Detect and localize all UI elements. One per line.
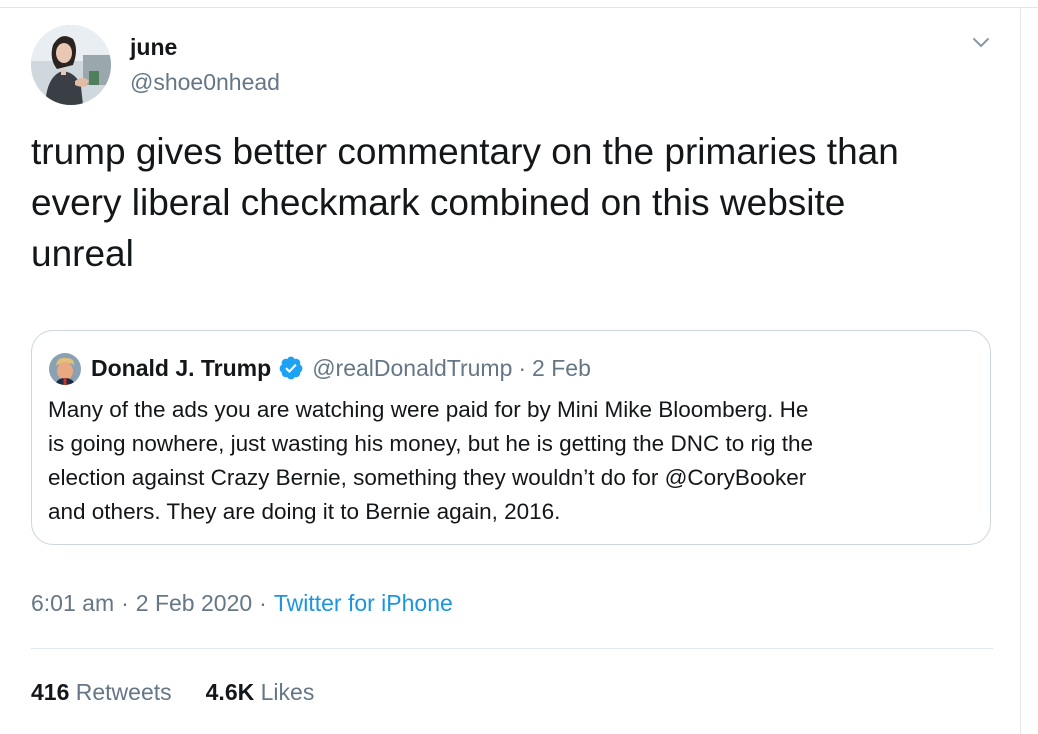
quoted-author-avatar-image [49,353,81,385]
quoted-tweet-card[interactable]: Donald J. Trump @realDonaldTrump · 2 Feb… [31,330,991,545]
quoted-tweet-date[interactable]: 2 Feb [532,355,591,382]
stats-divider [31,648,993,649]
tweet-metadata: 6:01 am · 2 Feb 2020 · Twitter for iPhone [31,590,453,617]
quoted-tweet-text: Many of the ads you are watching were pa… [48,393,978,529]
tweet-stats: 416 Retweets 4.6K Likes [31,679,314,706]
likes-count: 4.6K [205,679,255,705]
tweet-text-line: unreal [31,233,134,274]
tweet-text: trump gives better commentary on the pri… [31,126,991,279]
retweets-stat[interactable]: 416 Retweets [31,679,172,705]
tweet-text-line: trump gives better commentary on the pri… [31,131,899,172]
retweets-label: Retweets [75,679,172,705]
retweets-count: 416 [31,679,70,705]
top-divider [0,7,1038,8]
quoted-text-line: election against Crazy Bernie, something… [48,465,807,490]
separator-dot: · [121,590,129,616]
author-avatar-image [31,25,111,105]
author-handle[interactable]: @shoe0nhead [130,69,280,96]
likes-label: Likes [260,679,315,705]
verified-badge-icon [279,356,303,380]
tweet-source-link[interactable]: Twitter for iPhone [274,590,453,616]
tweet-text-line: every liberal checkmark combined on this… [31,182,846,223]
right-divider [1020,8,1021,734]
quoted-text-line: and others. They are doing it to Bernie … [48,499,561,524]
separator-dot: · [259,590,267,616]
likes-stat[interactable]: 4.6K Likes [206,679,315,705]
quoted-author-avatar[interactable] [49,353,81,385]
separator-dot: · [518,354,527,381]
tweet-time[interactable]: 6:01 am [31,590,114,616]
quoted-text-line: Many of the ads you are watching were pa… [48,397,809,422]
tweet-date[interactable]: 2 Feb 2020 [136,590,252,616]
quoted-tweet-header: Donald J. Trump @realDonaldTrump · 2 Feb [91,352,591,384]
chevron-down-icon[interactable] [968,33,994,53]
quoted-author-handle[interactable]: @realDonaldTrump [312,355,512,382]
author-name[interactable]: june [130,34,177,61]
quoted-text-line: is going nowhere, just wasting his money… [48,431,813,456]
quoted-author-name[interactable]: Donald J. Trump [91,355,271,382]
author-avatar[interactable] [31,25,111,105]
